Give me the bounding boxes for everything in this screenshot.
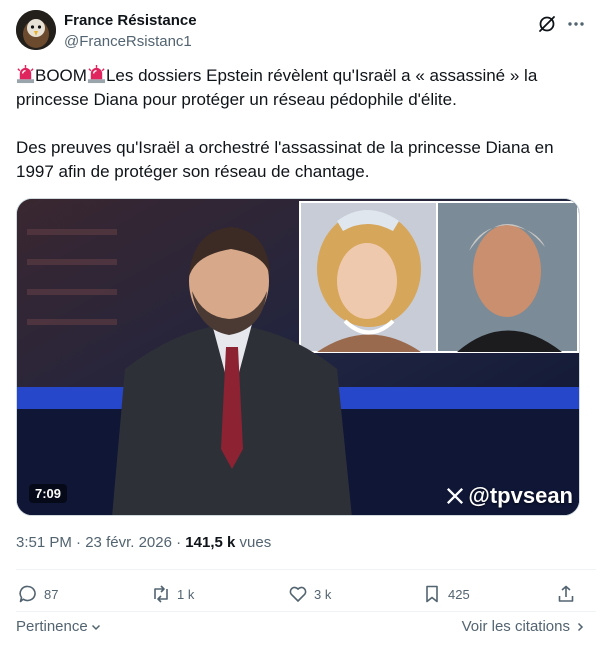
- repost-count: 1 k: [177, 586, 195, 602]
- chevron-down-icon: [91, 624, 100, 630]
- action-bar: 87 1 k 3 k 425: [16, 580, 596, 610]
- reply-icon: [19, 585, 36, 603]
- relevance-label: Pertinence: [16, 618, 88, 635]
- video-player[interactable]: 7:09 @tpvsean: [16, 198, 580, 516]
- bookmark-count: 425: [448, 586, 470, 602]
- tweet-boom-text: BOOM: [35, 66, 87, 85]
- share-button[interactable]: [556, 584, 576, 604]
- grok-icon[interactable]: [537, 14, 557, 34]
- meta-separator: ·: [171, 534, 186, 551]
- tweet-text: BOOM Les dossiers Epstein révèlent qu'Is…: [16, 64, 586, 184]
- video-duration: 7:09: [29, 484, 68, 503]
- share-icon: [558, 585, 574, 602]
- x-logo-icon: [447, 487, 464, 505]
- tweet-meta: 3:51 PM · 23 févr. 2026 · 141,5 k vues: [16, 534, 271, 551]
- like-button[interactable]: 3 k: [288, 584, 331, 604]
- like-count: 3 k: [314, 586, 332, 602]
- rotating-light-icon: [87, 65, 106, 84]
- views-label: vues: [239, 534, 272, 551]
- divider: [16, 611, 596, 612]
- chevron-right-icon: [577, 622, 584, 631]
- tweet-time[interactable]: 3:51 PM: [16, 534, 72, 551]
- author-handle[interactable]: @FranceRsistanc1: [64, 33, 192, 50]
- tweet-paragraph-2: Des preuves qu'Israël a orchestré l'assa…: [16, 138, 554, 181]
- bookmark-icon: [426, 585, 438, 603]
- tweet-header: France Résistance @FranceRsistanc1: [16, 10, 596, 54]
- relevance-dropdown[interactable]: Pertinence: [16, 618, 102, 635]
- video-watermark: @tpvsean: [446, 483, 573, 509]
- view-quotes-link[interactable]: Voir les citations: [462, 618, 586, 635]
- repost-button[interactable]: 1 k: [151, 584, 194, 604]
- bookmark-button[interactable]: 425: [422, 584, 470, 604]
- avatar[interactable]: [16, 10, 56, 50]
- reply-button[interactable]: 87: [18, 584, 58, 604]
- watermark-handle: @tpvsean: [468, 483, 573, 508]
- heart-icon: [289, 586, 307, 602]
- meta-separator: ·: [71, 534, 86, 551]
- rotating-light-icon: [16, 65, 35, 84]
- tweet-paragraph-1: BOOM Les dossiers Epstein révèlent qu'Is…: [16, 64, 586, 112]
- reply-count: 87: [44, 586, 59, 602]
- views-count: 141,5 k: [185, 534, 236, 551]
- author-name[interactable]: France Résistance: [64, 12, 197, 29]
- video-thumbnail: [17, 199, 579, 515]
- more-options-icon[interactable]: [566, 14, 586, 34]
- repost-icon: [154, 585, 168, 603]
- tweet-date[interactable]: 23 févr. 2026: [85, 534, 172, 551]
- eagle-avatar-icon: [16, 10, 56, 50]
- divider: [16, 569, 596, 570]
- view-quotes-label: Voir les citations: [461, 618, 570, 635]
